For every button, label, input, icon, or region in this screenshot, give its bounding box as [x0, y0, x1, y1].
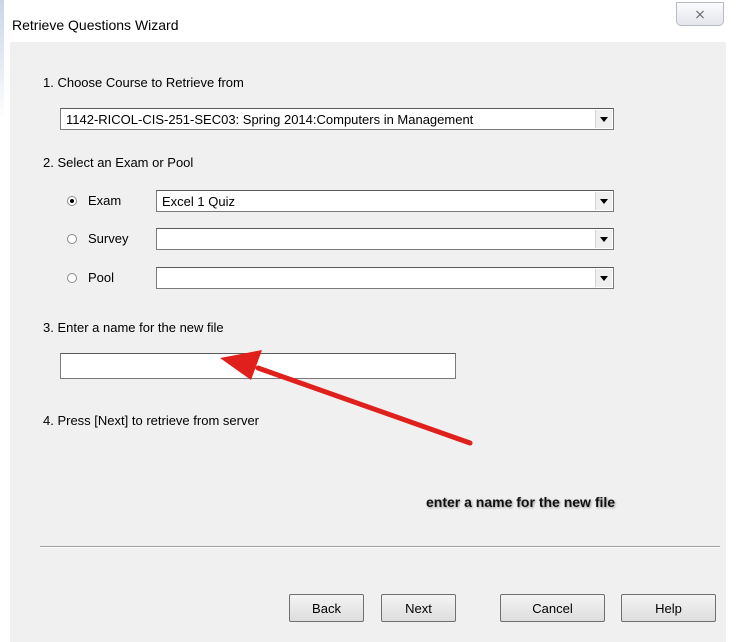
arrow-head	[220, 350, 262, 380]
cancel-button[interactable]: Cancel	[500, 594, 605, 622]
annotation-text: enter a name for the new file	[426, 494, 616, 510]
help-button[interactable]: Help	[621, 594, 716, 622]
next-button[interactable]: Next	[381, 594, 456, 622]
arrow-shaft	[255, 365, 473, 446]
footer-separator	[40, 546, 720, 548]
back-button[interactable]: Back	[289, 594, 364, 622]
